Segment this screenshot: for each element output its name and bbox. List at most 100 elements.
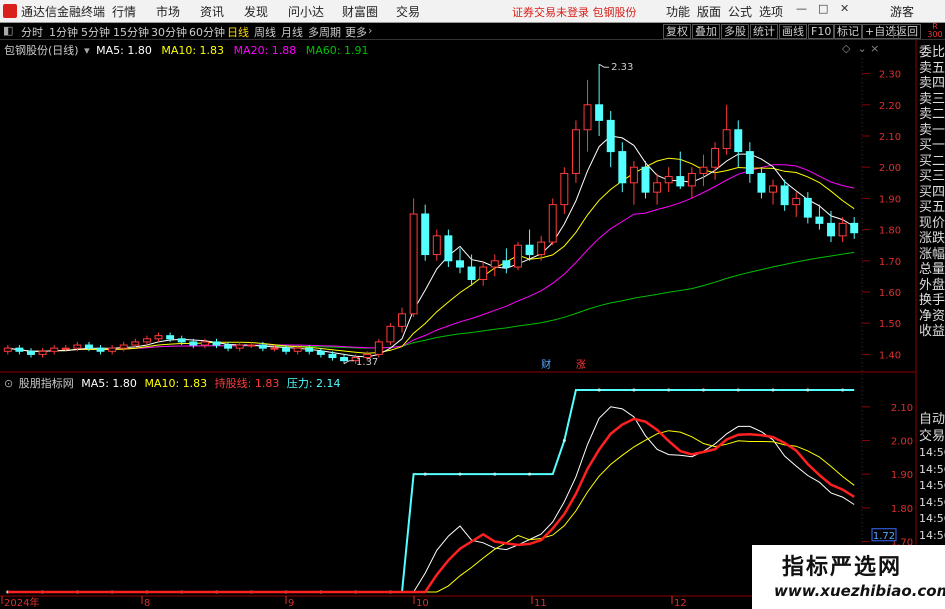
candle-body-26: [305, 347, 314, 352]
candle-body-46: [537, 241, 546, 256]
candle-body-13: [154, 335, 163, 340]
candle-body-15: [177, 338, 186, 343]
candle-body-12: [142, 338, 151, 343]
ma5-line: [7, 135, 855, 358]
candle-body-20: [235, 344, 244, 349]
candle-body-52: [606, 119, 615, 153]
price-chart[interactable]: 2.30 2.20 2.10 2.00 1.90 1.80 1.70 1.60 1.50 1.40…: [0, 0, 945, 609]
candle-body-36: [421, 213, 430, 256]
candle-body-21: [247, 344, 256, 347]
candle-body-14: [166, 335, 175, 340]
pressure-dot-66: [771, 388, 775, 392]
ma20-line: [7, 164, 855, 352]
main-ytick-6: 1.70: [879, 257, 901, 268]
candle-body-50: [583, 104, 592, 131]
candle-body-16: [189, 341, 198, 346]
candle-body-56: [653, 182, 662, 193]
candle-body-48: [560, 172, 569, 206]
xtick-5: 12: [674, 598, 687, 609]
sub-ma10-line: [7, 430, 855, 593]
candle-body-58: [676, 176, 685, 187]
main-ytick-1: 2.20: [879, 101, 901, 112]
candle-body-63: [734, 129, 743, 153]
main-ytick-4: 1.90: [879, 194, 901, 205]
candle-body-9: [108, 347, 117, 352]
candle-body-45: [525, 244, 534, 256]
candle-body-72: [838, 222, 847, 237]
candle-body-59: [687, 172, 696, 187]
candle-body-3: [38, 350, 47, 355]
current-value-text: 1.72: [873, 531, 895, 542]
candle-body-28: [328, 353, 337, 359]
candle-body-38: [444, 235, 453, 262]
candle-body-7: [84, 344, 93, 349]
candle-body-37: [432, 235, 441, 256]
main-ytick-3: 2.00: [879, 163, 901, 174]
candle-body-1: [15, 347, 24, 352]
candle-body-49: [571, 129, 580, 174]
candle-body-43: [502, 260, 511, 268]
low-label: 1.37: [356, 357, 378, 368]
candle-body-64: [745, 151, 754, 174]
hold-line: [7, 417, 855, 594]
candle-body-0: [3, 347, 12, 352]
watermark: 指标严选网 www.xuezhibiao.com: [752, 545, 945, 609]
candle-body-34: [398, 313, 406, 327]
main-ytick-8: 1.50: [879, 319, 901, 330]
candle-body-39: [456, 260, 464, 268]
candle-body-40: [467, 266, 476, 281]
candle-body-18: [212, 341, 221, 346]
ma10-line: [7, 157, 855, 354]
candle-body-4: [50, 347, 59, 352]
xtick-2: 9: [288, 598, 294, 609]
candle-body-47: [548, 204, 557, 243]
pressure-dot-39: [458, 472, 462, 476]
low-pointer: [343, 360, 355, 365]
candle-body-33: [386, 325, 395, 343]
candle-body-70: [815, 216, 824, 224]
candle-body-60: [699, 166, 708, 174]
candle-body-54: [629, 166, 638, 184]
candle-body-53: [618, 151, 627, 184]
candle-body-66: [769, 185, 778, 193]
watermark-url: www.xuezhibiao.com: [774, 582, 945, 600]
candle-body-17: [200, 341, 209, 346]
pressure-dot-42: [493, 472, 497, 476]
candle-body-69: [803, 197, 812, 218]
candle-body-35: [409, 213, 418, 315]
pressure-dot-51: [597, 388, 601, 392]
candle-body-10: [119, 344, 128, 349]
pressure-dot-72: [841, 388, 845, 392]
candle-body-41: [479, 266, 488, 281]
candle-body-67: [780, 185, 789, 206]
marker-finance: 财: [541, 358, 551, 371]
pressure-dot-60: [701, 388, 705, 392]
candle-body-29: [340, 357, 349, 362]
main-ytick-2: 2.10: [879, 132, 901, 143]
xtick-1: 8: [144, 598, 150, 609]
candle-body-6: [73, 344, 82, 349]
main-ytick-7: 1.60: [879, 288, 901, 299]
candle-body-22: [258, 344, 267, 349]
xtick-4: 11: [534, 598, 547, 609]
candle-body-51: [595, 104, 604, 121]
candle-body-42: [490, 260, 499, 268]
high-label: 2.33: [611, 62, 633, 73]
candle-body-23: [270, 347, 279, 350]
candle-body-2: [27, 350, 35, 355]
watermark-title: 指标严选网: [782, 555, 903, 580]
candle-body-55: [641, 166, 650, 193]
main-ytick-5: 1.80: [879, 226, 901, 237]
candle-body-65: [757, 172, 766, 193]
candle-body-44: [513, 244, 522, 268]
candle-body-25: [293, 347, 302, 352]
candle-body-24: [282, 347, 291, 352]
candle-body-68: [792, 197, 801, 206]
candle-body-73: [850, 222, 859, 234]
sub-ytick-2: 1.90: [891, 470, 913, 481]
pressure-dot-54: [632, 388, 636, 392]
high-pointer: [598, 63, 610, 68]
pressure-dot-57: [667, 388, 671, 392]
xtick-0: 2024年: [4, 596, 39, 609]
pressure-dot-36: [423, 472, 427, 476]
